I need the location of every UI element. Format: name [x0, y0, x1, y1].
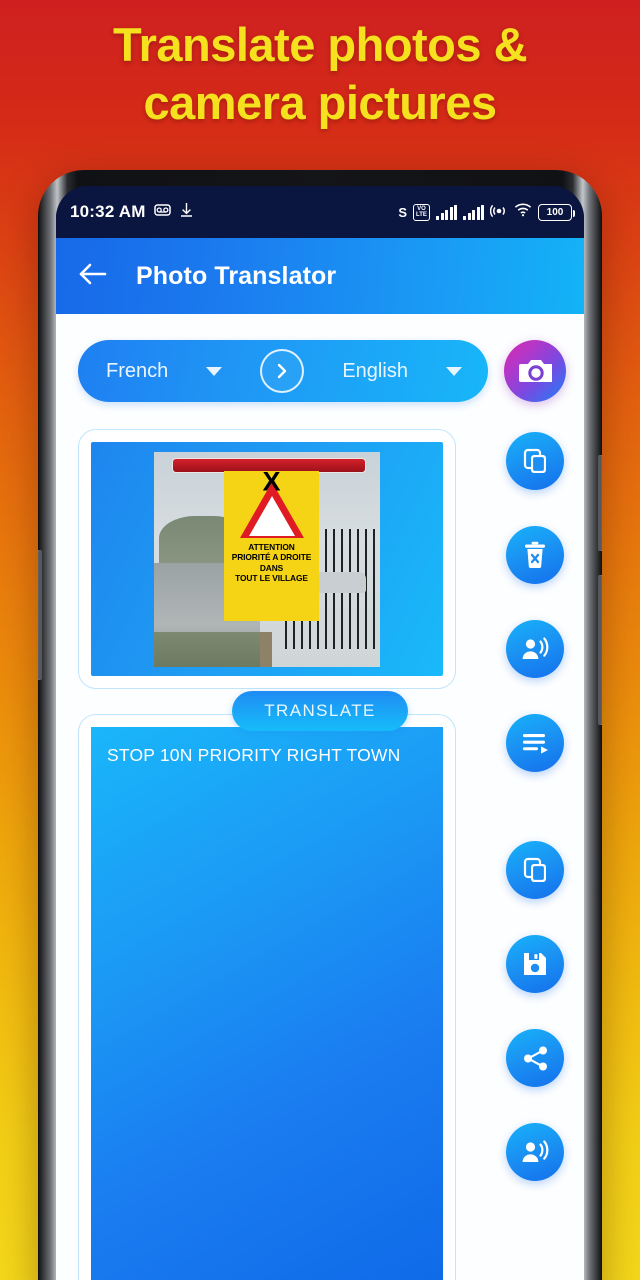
sign-line-1: ATTENTION: [248, 542, 295, 553]
app-content: French English X ATTENTION PRIORITÉ A DR…: [56, 314, 584, 1280]
person-speaking-icon: [522, 1140, 549, 1162]
sign-text: ATTENTION PRIORITÉ A DROITE DANS TOUT LE…: [232, 542, 312, 583]
text-play-icon: [523, 734, 548, 754]
status-bar-clock: 10:32 AM: [70, 202, 146, 221]
warning-triangle-icon: X: [239, 468, 304, 539]
delete-button[interactable]: [506, 526, 564, 584]
sign-line-4: TOUT LE VILLAGE: [235, 572, 308, 583]
translated-text: STOP 10N PRIORITY RIGHT TOWN: [107, 745, 401, 765]
source-actions-rail: [506, 432, 574, 772]
phone-screen: 10:32 AM S VO LTE 100 Photo Translator F…: [56, 186, 584, 1280]
language-selector-row: French English: [56, 340, 584, 402]
share-button[interactable]: [506, 1029, 564, 1087]
person-speaking-icon: [522, 637, 549, 659]
photo-verge: [154, 632, 272, 667]
target-chevron-down-icon[interactable]: [445, 366, 462, 376]
copy-icon: [523, 857, 546, 882]
promo-headline: Translate photos & camera pictures: [0, 16, 640, 132]
photo-sign-pole: [260, 632, 272, 667]
signal-bars-icon: [436, 204, 457, 220]
share-icon: [523, 1046, 547, 1070]
source-photo-image: X ATTENTION PRIORITÉ A DROITE DANS TOUT …: [154, 451, 380, 667]
sign-line-2: PRIORITÉ A DROITE: [231, 552, 312, 563]
app-header: Photo Translator: [56, 238, 584, 314]
status-bar-left: 10:32 AM: [70, 202, 194, 223]
result-backdrop: STOP 10N PRIORITY RIGHT TOWN: [91, 727, 443, 1280]
sign-line-3: DANS: [259, 562, 284, 573]
volume-rocker[interactable]: [598, 575, 602, 725]
read-aloud-button[interactable]: [506, 714, 564, 772]
language-pill[interactable]: French English: [78, 340, 488, 402]
sign-symbol: X: [262, 466, 281, 497]
status-bar-right: S VO LTE 100: [398, 202, 575, 223]
wifi-icon: [514, 202, 532, 222]
volte-icon: VO LTE: [413, 203, 430, 221]
copy-result-button[interactable]: [506, 841, 564, 899]
photo-backdrop: X ATTENTION PRIORITÉ A DROITE DANS TOUT …: [91, 442, 443, 676]
camera-icon: [519, 360, 552, 382]
photo-car: [316, 571, 367, 594]
target-language-label[interactable]: English: [342, 360, 408, 383]
speak-result-button[interactable]: [506, 1123, 564, 1181]
road-sign: X ATTENTION PRIORITÉ A DROITE DANS TOUT …: [224, 468, 319, 622]
network-letter: S: [398, 204, 407, 220]
battery-indicator: 100: [538, 203, 575, 221]
download-icon: [179, 202, 194, 223]
source-chevron-down-icon[interactable]: [206, 366, 223, 376]
swap-direction-button[interactable]: [260, 349, 305, 393]
page-title: Photo Translator: [136, 261, 337, 290]
speak-button[interactable]: [506, 620, 564, 678]
source-photo-card[interactable]: X ATTENTION PRIORITÉ A DROITE DANS TOUT …: [78, 429, 456, 689]
signal-bars-2-icon: [463, 204, 484, 220]
source-language-label[interactable]: French: [106, 360, 168, 383]
power-button[interactable]: [598, 455, 602, 551]
back-arrow-icon[interactable]: [78, 262, 108, 291]
save-button[interactable]: [506, 935, 564, 993]
camera-button[interactable]: [504, 340, 566, 402]
volte-bottom: LTE: [416, 212, 427, 218]
result-actions-rail: [506, 841, 574, 1181]
left-side-button[interactable]: [38, 550, 42, 680]
promo-line-1: Translate photos &: [112, 18, 528, 71]
phone-mockup: 10:32 AM S VO LTE 100 Photo Translator F…: [38, 170, 602, 1280]
copy-button[interactable]: [506, 432, 564, 490]
voicemail-icon: [153, 203, 171, 222]
translation-result-card[interactable]: STOP 10N PRIORITY RIGHT TOWN: [78, 714, 456, 1280]
copy-icon: [523, 448, 546, 473]
promo-line-2: camera pictures: [143, 75, 497, 129]
translate-button[interactable]: TRANSLATE: [232, 691, 408, 731]
trash-x-icon: [525, 541, 545, 568]
status-bar: 10:32 AM S VO LTE 100: [56, 186, 584, 238]
hotspot-icon: [489, 202, 508, 223]
floppy-save-icon: [524, 953, 546, 975]
